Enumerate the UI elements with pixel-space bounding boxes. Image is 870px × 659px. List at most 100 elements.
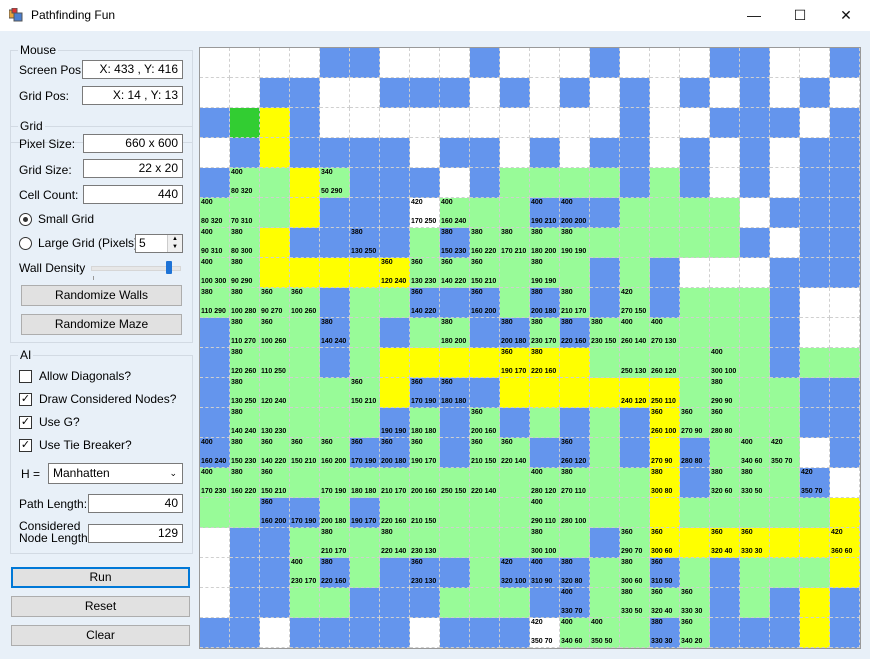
wall-cell[interactable]: 360 140 220 xyxy=(410,288,440,318)
allow-diagonals-label[interactable]: Allow Diagonals? xyxy=(39,369,131,383)
considered-cell[interactable]: 380 110 290 xyxy=(200,288,230,318)
considered-cell[interactable] xyxy=(320,588,350,618)
wall-cell[interactable]: 360 170 190 xyxy=(410,378,440,408)
considered-cell[interactable] xyxy=(620,198,650,228)
small-grid-radio[interactable] xyxy=(19,213,32,226)
considered-cell[interactable] xyxy=(650,228,680,258)
considered-cell[interactable]: 380 160 220 xyxy=(230,468,260,498)
considered-cell[interactable]: 210 170 xyxy=(380,468,410,498)
considered-cell[interactable]: 400 80 320 xyxy=(230,168,260,198)
draw-considered-label[interactable]: Draw Considered Nodes? xyxy=(39,392,176,406)
considered-cell[interactable]: 360 220 140 xyxy=(500,438,530,468)
considered-cell[interactable]: 360 270 90 xyxy=(680,408,710,438)
considered-cell[interactable] xyxy=(440,528,470,558)
considered-cell[interactable] xyxy=(680,288,710,318)
path-cell[interactable]: 380 220 160 xyxy=(530,348,560,378)
path-cell[interactable]: 420 360 60 xyxy=(830,528,860,558)
pixel-size-field[interactable]: 660 x 600 xyxy=(83,134,183,153)
considered-cell[interactable]: 360 100 260 xyxy=(260,318,290,348)
considered-cell[interactable]: 200 180 xyxy=(320,498,350,528)
empty-cell[interactable] xyxy=(770,48,800,78)
wall-cell[interactable] xyxy=(770,288,800,318)
randomize-walls-button[interactable]: Randomize Walls xyxy=(21,285,182,306)
wall-cell[interactable] xyxy=(500,618,530,648)
path-cell[interactable]: 360 120 240 xyxy=(380,258,410,288)
wall-cell[interactable] xyxy=(290,618,320,648)
wall-cell[interactable] xyxy=(740,108,770,138)
considered-cell[interactable]: 380 320 60 xyxy=(710,468,740,498)
path-cell[interactable]: 360 320 40 xyxy=(710,528,740,558)
wall-cell[interactable] xyxy=(440,558,470,588)
considered-cell[interactable] xyxy=(650,198,680,228)
wall-cell[interactable] xyxy=(380,618,410,648)
empty-cell[interactable] xyxy=(560,138,590,168)
considered-cell[interactable] xyxy=(290,378,320,408)
wall-cell[interactable] xyxy=(350,168,380,198)
considered-cell[interactable]: 380 300 60 xyxy=(620,558,650,588)
considered-cell[interactable] xyxy=(500,528,530,558)
wall-cell[interactable]: 360 230 130 xyxy=(410,558,440,588)
considered-cell[interactable] xyxy=(500,168,530,198)
considered-cell[interactable] xyxy=(770,408,800,438)
wall-cell[interactable] xyxy=(350,618,380,648)
wall-cell[interactable] xyxy=(320,348,350,378)
wall-cell[interactable]: 400 190 210 xyxy=(530,198,560,228)
path-cell[interactable] xyxy=(290,198,320,228)
considered-cell[interactable]: 360 340 20 xyxy=(680,618,710,648)
empty-cell[interactable] xyxy=(290,48,320,78)
wall-cell[interactable] xyxy=(590,288,620,318)
considered-cell[interactable]: 380 190 190 xyxy=(530,258,560,288)
path-cell[interactable] xyxy=(590,378,620,408)
empty-cell[interactable] xyxy=(200,78,230,108)
wall-cell[interactable] xyxy=(200,618,230,648)
wall-cell[interactable] xyxy=(260,558,290,588)
empty-cell[interactable]: 420 170 250 xyxy=(410,198,440,228)
path-cell[interactable] xyxy=(380,378,410,408)
empty-cell[interactable] xyxy=(710,168,740,198)
considered-cell[interactable]: 400 340 60 xyxy=(740,438,770,468)
considered-cell[interactable]: 260 120 xyxy=(650,348,680,378)
considered-cell[interactable]: 250 130 xyxy=(620,348,650,378)
empty-cell[interactable] xyxy=(500,138,530,168)
empty-cell[interactable] xyxy=(830,318,860,348)
considered-cell[interactable] xyxy=(680,498,710,528)
wall-cell[interactable] xyxy=(320,618,350,648)
wall-cell[interactable] xyxy=(440,78,470,108)
empty-cell[interactable] xyxy=(530,78,560,108)
wall-density-slider[interactable] xyxy=(91,261,181,274)
maximize-button[interactable]: ☐ xyxy=(777,0,823,31)
considered-cell[interactable]: 180 180 xyxy=(410,408,440,438)
wall-cell[interactable] xyxy=(380,228,410,258)
considered-cell[interactable] xyxy=(470,198,500,228)
considered-cell[interactable] xyxy=(290,468,320,498)
wall-cell[interactable]: 380 320 80 xyxy=(560,558,590,588)
considered-cell[interactable] xyxy=(230,498,260,528)
wall-cell[interactable] xyxy=(470,48,500,78)
considered-cell[interactable] xyxy=(770,468,800,498)
considered-cell[interactable] xyxy=(620,258,650,288)
reset-button[interactable]: Reset xyxy=(11,596,190,617)
empty-cell[interactable] xyxy=(260,48,290,78)
considered-cell[interactable]: 360 100 260 xyxy=(290,288,320,318)
considered-cell[interactable]: 400 90 310 xyxy=(200,228,230,258)
empty-cell[interactable] xyxy=(230,78,260,108)
wall-cell[interactable]: 380 220 160 xyxy=(320,558,350,588)
considered-cell[interactable]: 380 90 290 xyxy=(230,258,260,288)
wall-cell[interactable]: 360 170 190 xyxy=(350,438,380,468)
considered-cell[interactable]: 380 170 210 xyxy=(500,228,530,258)
considered-cell[interactable]: 380 100 280 xyxy=(230,288,260,318)
wall-cell[interactable]: 360 160 200 xyxy=(470,288,500,318)
path-cell[interactable] xyxy=(290,258,320,288)
wall-cell[interactable] xyxy=(470,618,500,648)
empty-cell[interactable] xyxy=(740,198,770,228)
wall-cell[interactable] xyxy=(500,408,530,438)
wall-cell[interactable] xyxy=(770,198,800,228)
wall-cell[interactable] xyxy=(830,618,860,648)
wall-cell[interactable] xyxy=(710,48,740,78)
considered-cell[interactable] xyxy=(260,198,290,228)
considered-cell[interactable] xyxy=(290,408,320,438)
path-cell[interactable]: 360 190 170 xyxy=(500,348,530,378)
considered-cell[interactable] xyxy=(770,378,800,408)
path-cell[interactable] xyxy=(320,258,350,288)
wall-cell[interactable] xyxy=(830,438,860,468)
